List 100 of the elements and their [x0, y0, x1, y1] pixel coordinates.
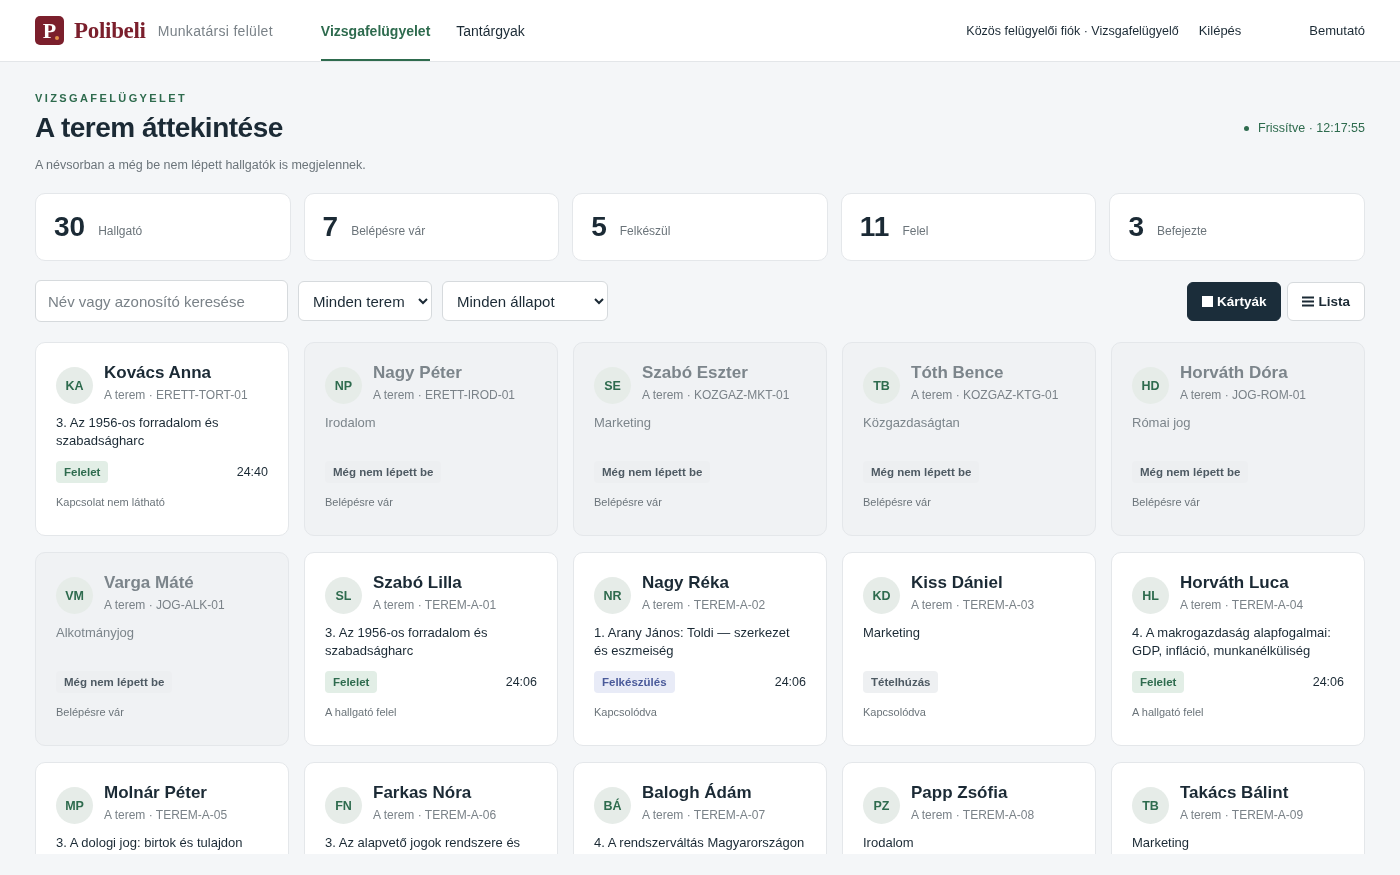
- brand-name: Polibeli: [74, 17, 146, 44]
- student-card[interactable]: MP Molnár Péter A terem · TEREM-A-05 3. A dologi jog: birtok és tulajdon: [35, 762, 289, 854]
- exam-topic: Irodalom: [863, 834, 915, 852]
- student-card[interactable]: VM Varga Máté A terem · JOG-ALK-01 Alkotmányjog Még nem lépett be Belépésre vár: [35, 552, 289, 746]
- connection-status: Kapcsolat nem látható: [56, 496, 166, 508]
- student-card[interactable]: KA Kovács Anna A terem · ERETT-TORT-01 3. Az 1956-os forradalom és szabadságharc Felelet 24:40 Kapcsolat nem látható: [35, 342, 289, 536]
- account-label: Közös felügyelői fiók · Vizsgafelügyelő: [966, 23, 1179, 38]
- student-card[interactable]: NR Nagy Réka A terem · TEREM-A-02 1. Arany János: Toldi — szerkezet és eszmeiség Felkészülés 24:06 Kapcsolódva: [573, 552, 827, 746]
- refresh-time: Frissítve · 12:17:55: [1258, 121, 1365, 135]
- connection-status: Belépésre vár: [863, 496, 932, 508]
- connection-status: Kapcsolódva: [863, 706, 927, 718]
- student-meta: A terem · JOG-ROM-01: [1180, 388, 1307, 402]
- exam-topic: Marketing: [1132, 834, 1191, 852]
- brand-subtitle: Munkatársi felület: [157, 22, 273, 39]
- list-icon: [1302, 295, 1315, 307]
- student-name: Kiss Dániel: [911, 573, 1004, 593]
- demo-link[interactable]: Bemutató: [1309, 23, 1365, 38]
- student-name: Balogh Ádám: [642, 783, 753, 803]
- student-meta: A terem · TEREM-A-07: [642, 808, 766, 822]
- view-toggle-button[interactable]: Kártyák: [1186, 281, 1282, 321]
- initials-avatar: KD: [863, 577, 900, 614]
- student-name: Papp Zsófia: [911, 783, 1009, 803]
- student-meta: A terem · ERETT-TORT-01: [104, 388, 248, 402]
- student-meta: A terem · JOG-ALK-01: [104, 598, 225, 612]
- logout-link[interactable]: Kilépés: [1198, 23, 1242, 38]
- stat-value: 3: [1128, 211, 1144, 243]
- connection-status: Belépésre vár: [56, 706, 125, 718]
- student-meta: A terem · KOZGAZ-MKT-01: [642, 388, 790, 402]
- stat-label: Felel: [902, 224, 929, 238]
- search-field[interactable]: Név vagy azonosító keresése: [35, 280, 288, 322]
- page-note: A névsorban a még be nem lépett hallgatók is megjelennek.: [35, 158, 367, 172]
- student-card[interactable]: TB Takács Bálint A terem · TEREM-A-09 Marketing: [1111, 762, 1365, 854]
- nav-tab[interactable]: Tantárgyak: [456, 0, 525, 61]
- exam-topic: 4. A makrogazdaság alapfogalmai: GDP, infláció, munkanélküliség: [1132, 624, 1332, 660]
- student-card[interactable]: HD Horváth Dóra A terem · JOG-ROM-01 Római jog Még nem lépett be Belépésre vár: [1111, 342, 1365, 536]
- status-dropdown[interactable]: Minden állapot: [442, 281, 608, 321]
- initials-avatar: SE: [594, 367, 631, 404]
- initials-avatar: FN: [325, 787, 362, 824]
- student-meta: A terem · KOZGAZ-KTG-01: [911, 388, 1059, 402]
- stat-label: Felkészül: [619, 224, 671, 238]
- initials-avatar: SL: [325, 577, 362, 614]
- view-toggle-button[interactable]: Lista: [1287, 281, 1365, 321]
- stat-label: Hallgató: [98, 224, 143, 238]
- exam-topic: 3. Az 1956-os forradalom és szabadságharc: [56, 414, 220, 450]
- student-meta: A terem · TEREM-A-03: [911, 598, 1035, 612]
- initials-avatar: NR: [594, 577, 631, 614]
- exam-topic: 3. Az alapvető jogok rendszere és: [325, 834, 522, 852]
- student-card[interactable]: HL Horváth Luca A terem · TEREM-A-04 4. A makrogazdaság alapfogalmai: GDP, infláció, munkanélküliség Felelet 24:06 A hallgató felel: [1111, 552, 1365, 746]
- exam-topic: Irodalom: [325, 414, 377, 432]
- student-name: Szabó Eszter: [642, 363, 749, 383]
- status-badge: Felkészülés: [594, 671, 675, 693]
- connection-status: A hallgató felel: [1132, 706, 1205, 718]
- student-card[interactable]: BÁ Balogh Ádám A terem · TEREM-A-07 4. A rendszerváltás Magyarországon: [573, 762, 827, 854]
- student-card[interactable]: PZ Papp Zsófia A terem · TEREM-A-08 Irodalom: [842, 762, 1096, 854]
- status-badge: Felelet: [56, 461, 109, 483]
- student-card[interactable]: SL Szabó Lilla A terem · TEREM-A-01 3. Az 1956-os forradalom és szabadságharc Felelet 24:06 A hallgató felel: [304, 552, 558, 746]
- initials-avatar: MP: [56, 787, 93, 824]
- stat-label: Befejezte: [1156, 224, 1207, 238]
- student-meta: A terem · TEREM-A-05: [104, 808, 228, 822]
- section-eyebrow: VIZSGAFELÜGYELET: [35, 92, 189, 104]
- exam-topic: Közgazdaságtan: [863, 414, 961, 432]
- initials-avatar: HD: [1132, 367, 1169, 404]
- timer-text: 24:06: [505, 675, 537, 689]
- student-name: Varga Máté: [104, 573, 195, 593]
- student-meta: A terem · TEREM-A-09: [1180, 808, 1304, 822]
- student-card[interactable]: SE Szabó Eszter A terem · KOZGAZ-MKT-01 Marketing Még nem lépett be Belépésre vár: [573, 342, 827, 536]
- nav-tab[interactable]: Vizsgafelügyelet: [320, 0, 431, 61]
- student-card[interactable]: TB Tóth Bence A terem · KOZGAZ-KTG-01 Közgazdaságtan Még nem lépett be Belépésre vár: [842, 342, 1096, 536]
- stat-value: 7: [322, 211, 339, 243]
- student-name: Kovács Anna: [104, 363, 213, 383]
- stat-value: 30: [54, 211, 86, 243]
- student-name: Molnár Péter: [104, 783, 208, 803]
- student-card[interactable]: FN Farkas Nóra A terem · TEREM-A-06 3. Az alapvető jogok rendszere és: [304, 762, 558, 854]
- initials-avatar: NP: [325, 367, 362, 404]
- exam-topic: 4. A rendszerváltás Magyarországon: [594, 834, 806, 852]
- connection-status: Kapcsolódva: [594, 706, 658, 718]
- student-name: Tóth Bence: [911, 363, 1005, 383]
- connection-status: Belépésre vár: [325, 496, 394, 508]
- grid-icon: [1201, 295, 1213, 307]
- exam-topic: Alkotmányjog: [56, 624, 136, 642]
- status-badge: Tételhúzás: [863, 671, 939, 693]
- timer-text: 24:40: [236, 465, 268, 479]
- exam-topic: Marketing: [863, 624, 922, 642]
- exam-topic: 3. A dologi jog: birtok és tulajdon: [56, 834, 244, 852]
- student-name: Horváth Luca: [1180, 573, 1290, 593]
- student-card[interactable]: KD Kiss Dániel A terem · TEREM-A-03 Marketing Tételhúzás Kapcsolódva: [842, 552, 1096, 746]
- student-name: Nagy Réka: [642, 573, 730, 593]
- room-dropdown[interactable]: Minden terem: [298, 281, 432, 321]
- student-meta: A terem · TEREM-A-04: [1180, 598, 1304, 612]
- connection-status: Belépésre vár: [1132, 496, 1201, 508]
- initials-avatar: VM: [56, 577, 93, 614]
- student-name: Horváth Dóra: [1180, 363, 1289, 383]
- exam-topic: 3. Az 1956-os forradalom és szabadságharc: [325, 624, 489, 660]
- initials-avatar: TB: [1132, 787, 1169, 824]
- initials-avatar: BÁ: [594, 787, 631, 824]
- student-card[interactable]: NP Nagy Péter A terem · ERETT-IROD-01 Irodalom Még nem lépett be Belépésre vár: [304, 342, 558, 536]
- exam-topic: 1. Arany János: Toldi — szerkezet és eszmeiség: [594, 624, 791, 660]
- initials-avatar: PZ: [863, 787, 900, 824]
- exam-topic: Római jog: [1132, 414, 1192, 432]
- initials-avatar: HL: [1132, 577, 1169, 614]
